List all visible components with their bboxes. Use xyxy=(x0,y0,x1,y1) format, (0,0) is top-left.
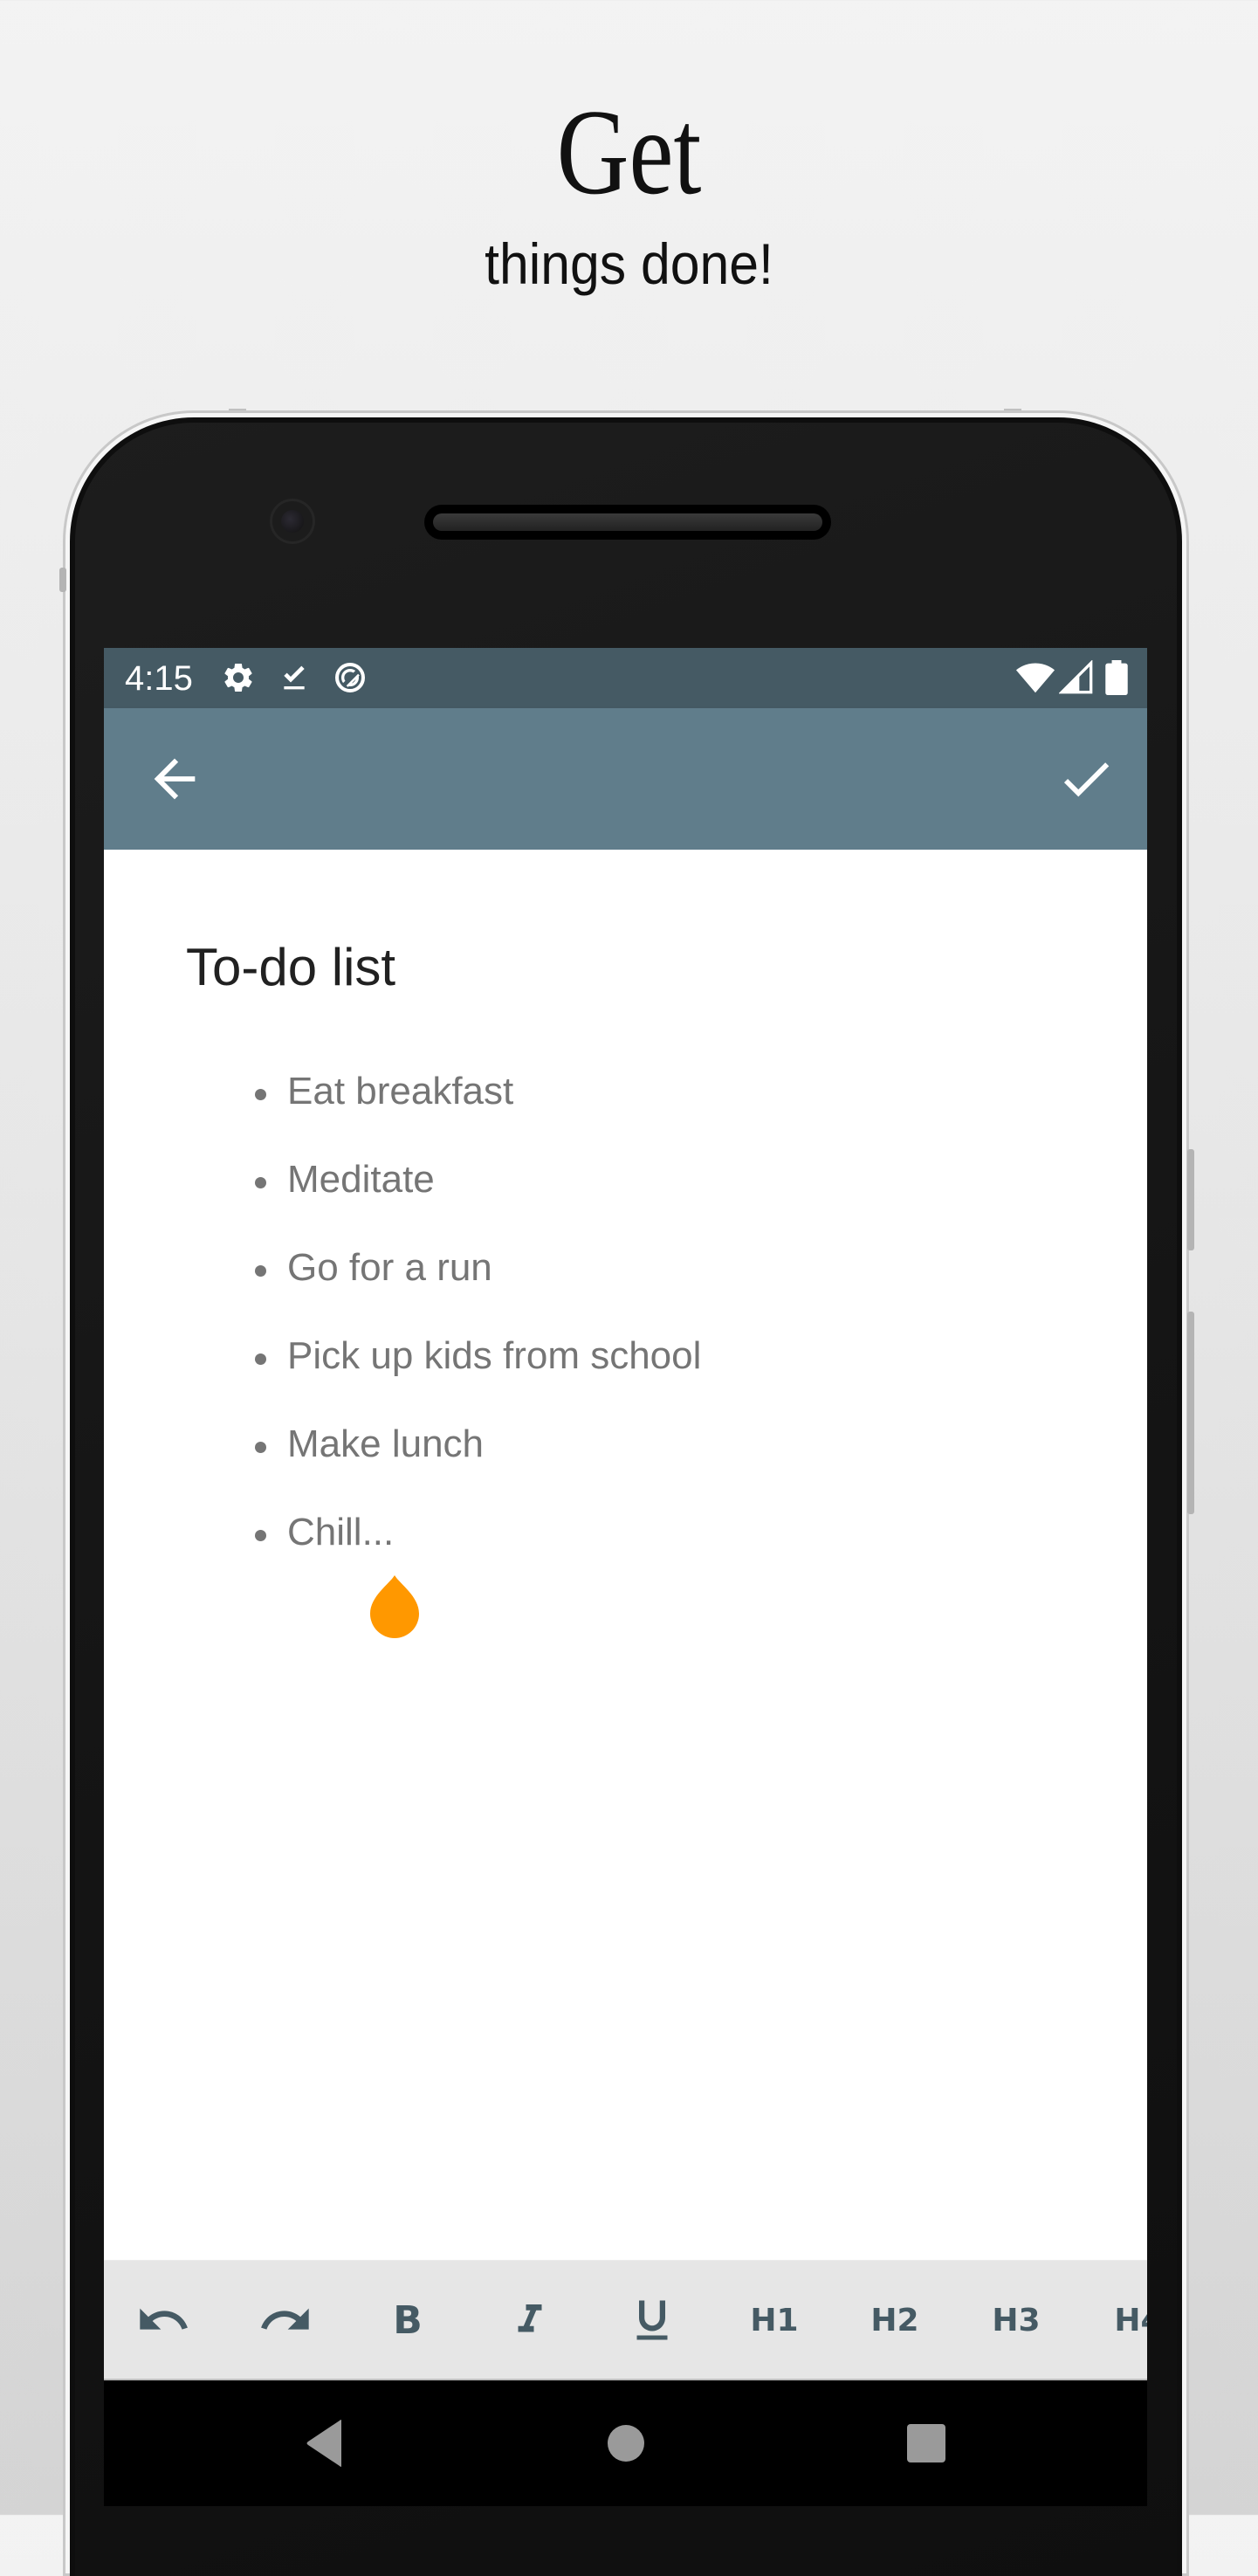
underline-button[interactable] xyxy=(619,2287,685,2353)
italic-button[interactable] xyxy=(497,2287,563,2353)
list-item-text: Make lunch xyxy=(287,1422,485,1465)
earpiece-speaker xyxy=(424,505,831,540)
nav-back-icon xyxy=(306,2420,341,2467)
system-nav-bar xyxy=(104,2380,1147,2506)
status-bar: 4:15 xyxy=(104,648,1147,708)
back-button[interactable] xyxy=(144,748,205,809)
undo-icon xyxy=(140,2308,188,2330)
phone-screen: 4:15 To-do list Eat breakfast Meditate G… xyxy=(104,648,1147,2506)
heading-1-button[interactable]: H1 xyxy=(741,2287,808,2353)
check-icon xyxy=(1063,762,1110,797)
battery-icon xyxy=(1104,660,1129,695)
arrow-back-icon xyxy=(154,758,196,800)
status-time: 4:15 xyxy=(125,659,193,698)
front-camera xyxy=(272,501,313,541)
data-saver-icon xyxy=(333,660,368,695)
heading-3-button[interactable]: H3 xyxy=(983,2287,1049,2353)
phone-power-button xyxy=(1187,1312,1194,1514)
cursor-handle[interactable] xyxy=(368,1574,421,1640)
save-done-button[interactable] xyxy=(1055,748,1117,809)
h2-icon: H2 xyxy=(870,2302,919,2338)
bullet-icon xyxy=(255,1530,266,1541)
undo-button[interactable] xyxy=(130,2287,196,2353)
download-done-icon xyxy=(277,660,312,695)
h1-icon: H1 xyxy=(750,2302,799,2338)
nav-back-button[interactable] xyxy=(296,2415,352,2471)
settings-icon xyxy=(221,660,256,695)
text-cursor-handle-icon xyxy=(370,1575,419,1638)
bullet-icon xyxy=(255,1089,266,1100)
hero-subtitle: things done! xyxy=(485,231,773,296)
editor-content[interactable]: To-do list Eat breakfast Meditate Go for… xyxy=(104,850,1147,2260)
italic-icon xyxy=(518,2304,542,2332)
bullet-icon xyxy=(255,1442,266,1453)
nav-home-button[interactable] xyxy=(598,2415,654,2471)
phone-left-button xyxy=(59,568,66,592)
redo-button[interactable] xyxy=(252,2287,319,2353)
hero-title: Get xyxy=(556,85,702,220)
list-item-text: Meditate xyxy=(287,1158,435,1201)
heading-2-button[interactable]: H2 xyxy=(862,2287,928,2353)
redo-icon xyxy=(261,2308,309,2330)
phone-volume-button xyxy=(1187,1149,1194,1250)
list-item-text: Eat breakfast xyxy=(287,1070,514,1112)
formatting-toolbar: B H1 H2 H3 H4 xyxy=(104,2260,1147,2380)
list-item-text: Chill... xyxy=(287,1511,395,1553)
underline-icon xyxy=(636,2300,668,2340)
bullet-icon xyxy=(255,1265,266,1277)
document-title[interactable]: To-do list xyxy=(186,937,395,998)
nav-home-icon xyxy=(608,2425,644,2462)
list-item-text: Pick up kids from school xyxy=(287,1334,702,1377)
bold-icon: B xyxy=(393,2297,423,2343)
nav-recents-icon xyxy=(907,2424,945,2462)
signal-icon xyxy=(1058,659,1094,695)
wifi-icon xyxy=(1015,660,1055,695)
bullet-icon xyxy=(255,1177,266,1188)
list-item-text: Go for a run xyxy=(287,1246,492,1289)
bullet-icon xyxy=(255,1353,266,1365)
nav-recents-button[interactable] xyxy=(898,2415,954,2471)
heading-4-button[interactable]: H4 xyxy=(1105,2287,1147,2353)
app-bar xyxy=(104,708,1147,850)
bold-button[interactable]: B xyxy=(375,2287,441,2353)
h4-icon: H4 xyxy=(1114,2302,1147,2338)
h3-icon: H3 xyxy=(992,2302,1041,2338)
